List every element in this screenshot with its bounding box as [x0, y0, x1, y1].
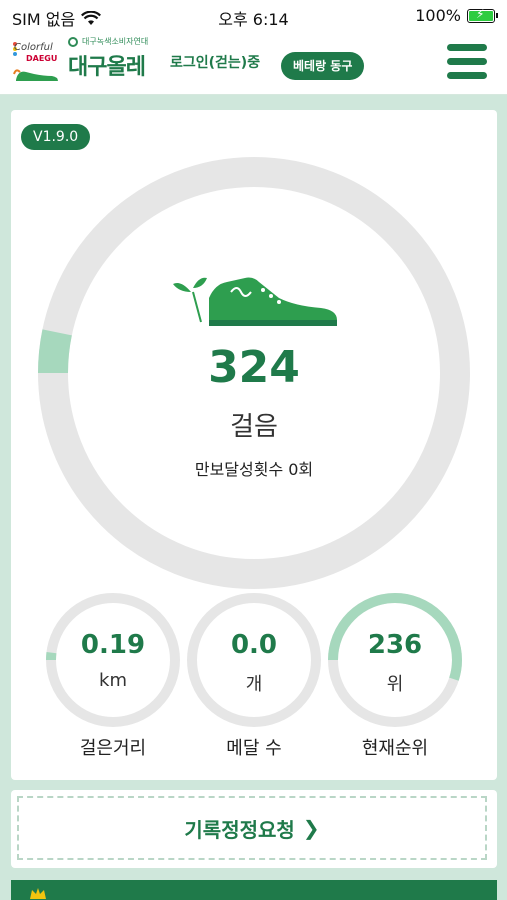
goal-count: 만보달성횟수 0회	[194, 460, 314, 479]
ring-track	[46, 593, 180, 727]
record-correction-label: 기록정정요청	[184, 817, 295, 842]
dong-badge[interactable]: 베테랑 동구	[281, 52, 365, 80]
battery-icon: ⚡	[467, 7, 498, 23]
shoe-icon	[173, 277, 337, 326]
rank-ring: 236 위	[327, 592, 463, 728]
ring-track	[187, 593, 321, 727]
colorful-daegu-logo: Colorful DAEGU	[12, 38, 62, 86]
app-title: 대구올레	[68, 55, 146, 80]
rank-value: 236	[367, 630, 423, 660]
distance-value: 0.19	[80, 630, 146, 660]
small-shoe-icon	[13, 69, 58, 81]
distance-label: 걸은거리	[79, 738, 147, 759]
rank-label: 현재순위	[361, 738, 429, 759]
chevron-right-icon: ❯	[302, 816, 320, 840]
medal-value: 0.0	[230, 630, 278, 660]
status-right: 100% ⚡	[415, 6, 498, 25]
bottom-banner	[11, 880, 497, 900]
menu-icon[interactable]	[447, 42, 489, 80]
app-header: Colorful DAEGU 대구녹색소비자연대 대구올레 로그인(걷는)중 베…	[0, 30, 507, 95]
medal-unit: 개	[245, 674, 263, 695]
brand-daegu: DAEGU	[26, 54, 58, 63]
step-unit: 걸음	[230, 412, 278, 442]
organization-name: 대구녹색소비자연대	[82, 37, 149, 46]
leaf-ring-icon	[68, 36, 78, 47]
brand-colorful: Colorful	[14, 42, 53, 53]
step-card: V1.9.0 324 걸음 만보달성횟수 0회 0.19 km 걸은거리 0.0…	[11, 110, 497, 780]
version-badge: V1.9.0	[21, 124, 91, 150]
record-correction-button[interactable]: 기록정정요청 ❯	[17, 796, 487, 860]
crown-icon	[30, 888, 46, 899]
status-bar: SIM 없음 오후 6:14 100% ⚡	[0, 0, 507, 30]
distance-ring: 0.19 km	[45, 592, 181, 728]
step-count: 324	[208, 342, 300, 393]
distance-unit: km	[99, 670, 127, 691]
app-logo: 대구녹색소비자연대 대구올레	[68, 36, 148, 81]
correction-card: 기록정정요청 ❯	[11, 790, 497, 868]
battery-percent: 100%	[415, 6, 461, 25]
medal-label: 메달 수	[226, 738, 282, 759]
medal-ring: 0.0 개	[186, 592, 322, 728]
login-status: 로그인(걷는)중	[170, 55, 261, 71]
rank-unit: 위	[386, 674, 404, 695]
